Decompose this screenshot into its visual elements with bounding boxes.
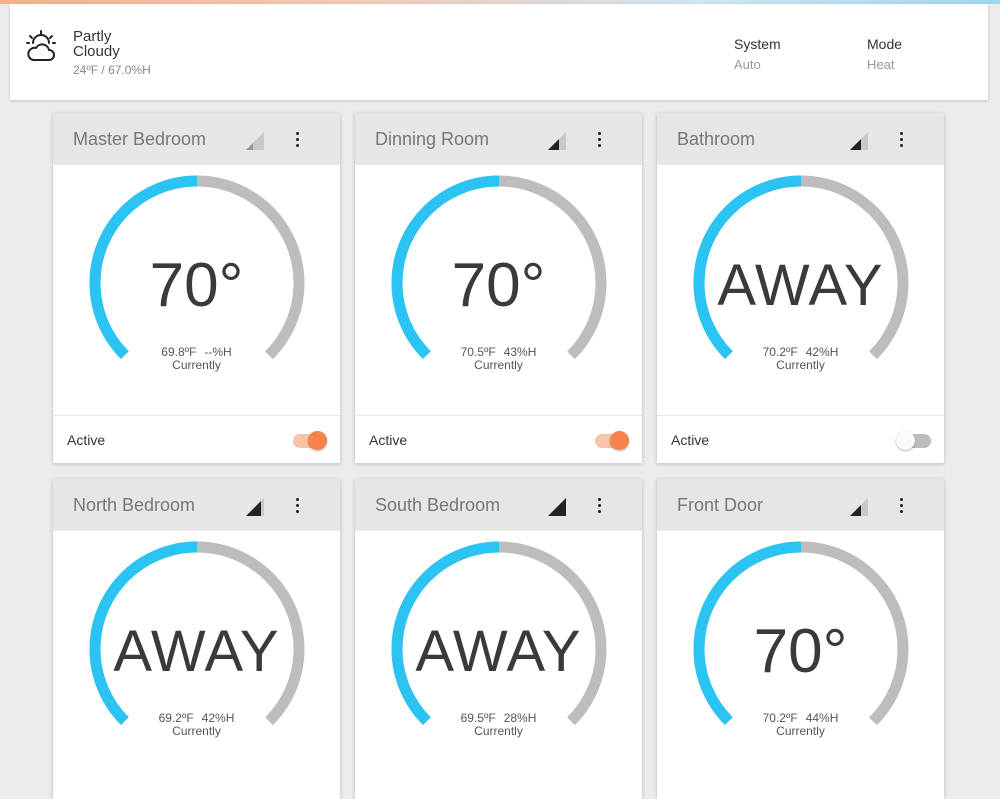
thermostat-card[interactable]: South Bedroom AWAY 69.5ºF 28%H Currently: [355, 479, 642, 799]
card-header: Master Bedroom: [53, 113, 340, 165]
card-header: Dinning Room: [355, 113, 642, 165]
current-readings: 70.2ºF 42%H Currently: [657, 346, 944, 372]
current-temperature: 69.2ºF: [158, 711, 194, 725]
mode-label: Mode: [867, 36, 903, 52]
room-name: Dinning Room: [375, 129, 490, 149]
current-status: Currently: [172, 358, 221, 372]
card-footer: Active: [53, 415, 340, 464]
setpoint-display: AWAY: [415, 619, 582, 684]
more-options-icon[interactable]: [893, 129, 909, 151]
current-status: Currently: [776, 724, 825, 738]
more-options-icon[interactable]: [289, 129, 305, 151]
active-toggle[interactable]: [595, 431, 629, 450]
thermostat-card[interactable]: North Bedroom AWAY 69.2ºF 42%H Currently: [53, 479, 340, 799]
weather-condition: Partly Cloudy: [73, 28, 120, 60]
current-temperature: 69.5ºF: [460, 711, 496, 725]
setpoint-display: 70°: [149, 251, 244, 320]
temperature-dial[interactable]: AWAY 69.2ºF 42%H Currently: [53, 531, 340, 781]
room-name: Front Door: [677, 495, 764, 515]
room-name: South Bedroom: [375, 495, 501, 515]
temperature-dial[interactable]: 70° 70.2ºF 44%H Currently: [657, 531, 944, 781]
active-label: Active: [67, 432, 106, 448]
more-options-icon[interactable]: [591, 129, 607, 151]
setpoint-display: 70°: [451, 251, 546, 320]
mode-value: Heat: [867, 57, 895, 72]
temperature-dial[interactable]: 70° 69.8ºF --%H Currently: [53, 165, 340, 415]
setpoint-display: AWAY: [113, 619, 280, 684]
current-humidity: 43%H: [503, 345, 537, 359]
current-temperature: 70.5ºF: [460, 345, 496, 359]
current-readings: 70.2ºF 44%H Currently: [657, 712, 944, 738]
current-readings: 69.8ºF --%H Currently: [53, 346, 340, 372]
system-value: Auto: [734, 57, 761, 72]
room-name: Master Bedroom: [73, 129, 207, 149]
current-status: Currently: [776, 358, 825, 372]
more-options-icon[interactable]: [591, 495, 607, 517]
current-humidity: 42%H: [201, 711, 235, 725]
setpoint-display: 70°: [753, 617, 848, 686]
active-label: Active: [369, 432, 408, 448]
current-status: Currently: [474, 358, 523, 372]
signal-strength-icon: [246, 132, 264, 150]
temperature-dial[interactable]: 70° 70.5ºF 43%H Currently: [355, 165, 642, 415]
signal-strength-icon: [850, 132, 868, 150]
thermostat-card[interactable]: Front Door 70° 70.2ºF 44%H Currently: [657, 479, 944, 799]
signal-strength-icon: [850, 498, 868, 516]
signal-strength-icon: [548, 498, 566, 516]
thermostat-card[interactable]: Bathroom AWAY 70.2ºF 42%H Currently Activ…: [657, 113, 944, 463]
thermostat-card[interactable]: Dinning Room 70° 70.5ºF 43%H Currently Ac…: [355, 113, 642, 463]
room-name: Bathroom: [677, 129, 756, 149]
current-humidity: --%H: [204, 345, 232, 359]
card-footer: Active: [657, 415, 944, 464]
card-header: North Bedroom: [53, 479, 340, 531]
current-humidity: 28%H: [503, 711, 537, 725]
active-label: Active: [671, 432, 710, 448]
card-header: Bathroom: [657, 113, 944, 165]
temperature-dial[interactable]: AWAY 69.5ºF 28%H Currently: [355, 531, 642, 781]
active-toggle[interactable]: [896, 431, 931, 450]
current-readings: 69.5ºF 28%H Currently: [355, 712, 642, 738]
current-readings: 69.2ºF 42%H Currently: [53, 712, 340, 738]
status-header: Partly Cloudy 24ºF / 67.0%H System Auto …: [10, 4, 988, 100]
signal-strength-icon: [548, 132, 566, 150]
system-label: System: [734, 36, 781, 52]
current-temperature: 69.8ºF: [161, 345, 197, 359]
current-humidity: 42%H: [805, 345, 839, 359]
current-temperature: 70.2ºF: [762, 345, 798, 359]
temperature-dial[interactable]: AWAY 70.2ºF 42%H Currently: [657, 165, 944, 415]
current-readings: 70.5ºF 43%H Currently: [355, 346, 642, 372]
card-header: South Bedroom: [355, 479, 642, 531]
weather-readout: 24ºF / 67.0%H: [73, 63, 151, 77]
more-options-icon[interactable]: [289, 495, 305, 517]
active-toggle[interactable]: [293, 431, 327, 450]
mode-setting[interactable]: Mode Heat: [867, 36, 902, 72]
room-name: North Bedroom: [73, 495, 196, 515]
current-temperature: 70.2ºF: [762, 711, 798, 725]
thermostat-card[interactable]: Master Bedroom 70° 69.8ºF --%H Currently …: [53, 113, 340, 463]
current-status: Currently: [474, 724, 523, 738]
card-header: Front Door: [657, 479, 944, 531]
current-humidity: 44%H: [805, 711, 839, 725]
more-options-icon[interactable]: [893, 495, 909, 517]
system-setting[interactable]: System Auto: [734, 36, 781, 72]
partly-cloudy-icon: [26, 30, 56, 61]
current-status: Currently: [172, 724, 221, 738]
setpoint-display: AWAY: [717, 253, 884, 318]
card-footer: Active: [355, 415, 642, 464]
signal-strength-icon: [246, 498, 264, 516]
